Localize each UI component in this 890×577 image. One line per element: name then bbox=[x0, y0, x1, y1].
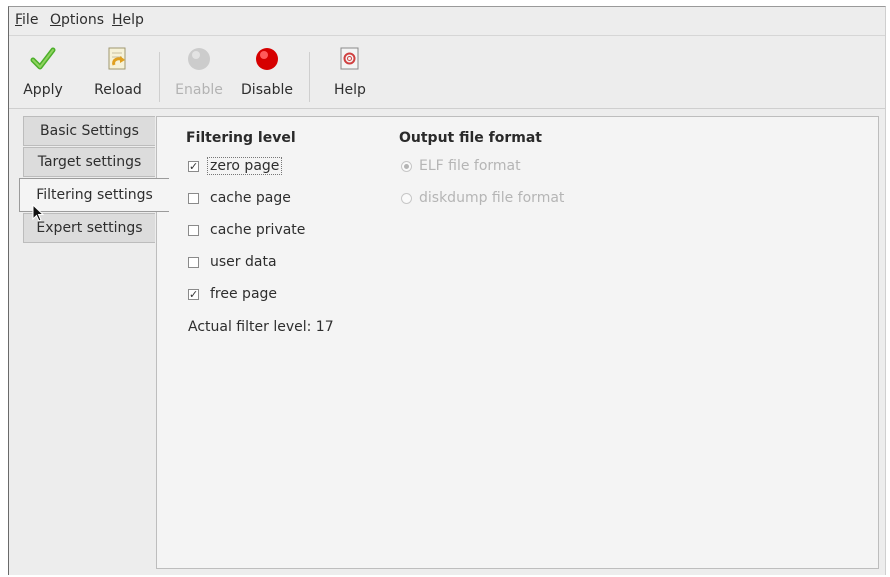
enable-icon bbox=[188, 48, 210, 70]
reload-label: Reload bbox=[94, 82, 142, 98]
apply-button[interactable]: Apply bbox=[13, 42, 73, 104]
help-label: Help bbox=[334, 82, 366, 98]
tab-basic-settings[interactable]: Basic Settings bbox=[23, 116, 155, 146]
zero-page-label: zero page bbox=[207, 157, 283, 175]
enable-label: Enable bbox=[175, 82, 223, 98]
checkbox-checked-icon: ✓ bbox=[188, 288, 199, 301]
radio-unselected-icon bbox=[401, 193, 412, 204]
checkbox-unchecked-icon bbox=[188, 193, 199, 204]
main-window: File Options Help Apply Reload Enable Di… bbox=[8, 6, 886, 575]
menu-options[interactable]: Options bbox=[50, 12, 104, 28]
menu-bar: File Options Help bbox=[9, 7, 885, 36]
disable-icon bbox=[256, 48, 278, 70]
radio-selected-icon bbox=[401, 161, 412, 172]
checkbox-checked-icon: ✓ bbox=[188, 160, 199, 173]
checkbox-unchecked-icon bbox=[188, 257, 199, 268]
cache-page-label: cache page bbox=[210, 190, 291, 206]
output-format-title: Output file format bbox=[399, 130, 543, 146]
menu-options-rest: ptions bbox=[61, 12, 105, 28]
mouse-cursor-icon bbox=[32, 204, 45, 222]
toolbar-separator bbox=[159, 52, 160, 102]
actual-filter-level: Actual filter level: 17 bbox=[188, 319, 334, 335]
enable-button[interactable]: Enable bbox=[169, 42, 229, 104]
user-data-label: user data bbox=[210, 254, 277, 270]
menu-file-mnemonic: F bbox=[15, 12, 23, 28]
toolbar: Apply Reload Enable Disable Help bbox=[9, 36, 885, 109]
checkmark-icon bbox=[30, 47, 56, 70]
help-icon bbox=[340, 47, 359, 70]
filtering-settings-panel: Filtering level ✓ zero page cache page c… bbox=[156, 116, 879, 569]
help-button[interactable]: Help bbox=[320, 42, 380, 104]
disable-button[interactable]: Disable bbox=[237, 42, 297, 104]
reload-button[interactable]: Reload bbox=[88, 42, 148, 104]
diskdump-format-label: diskdump file format bbox=[419, 190, 565, 206]
menu-help-rest: elp bbox=[122, 12, 144, 28]
toolbar-separator bbox=[309, 52, 310, 102]
disable-label: Disable bbox=[241, 82, 293, 98]
cache-private-label: cache private bbox=[210, 222, 306, 238]
apply-label: Apply bbox=[23, 82, 63, 98]
menu-help-mnemonic: H bbox=[112, 12, 123, 28]
free-page-label: free page bbox=[210, 286, 278, 302]
elf-format-label: ELF file format bbox=[419, 158, 521, 174]
menu-options-mnemonic: O bbox=[50, 12, 62, 28]
checkbox-unchecked-icon bbox=[188, 225, 199, 236]
filtering-level-title: Filtering level bbox=[186, 130, 296, 146]
menu-help[interactable]: Help bbox=[112, 12, 144, 28]
menu-file[interactable]: File bbox=[15, 12, 38, 28]
reload-icon bbox=[108, 47, 126, 70]
menu-file-rest: ile bbox=[22, 12, 39, 28]
tab-target-settings[interactable]: Target settings bbox=[23, 147, 155, 177]
